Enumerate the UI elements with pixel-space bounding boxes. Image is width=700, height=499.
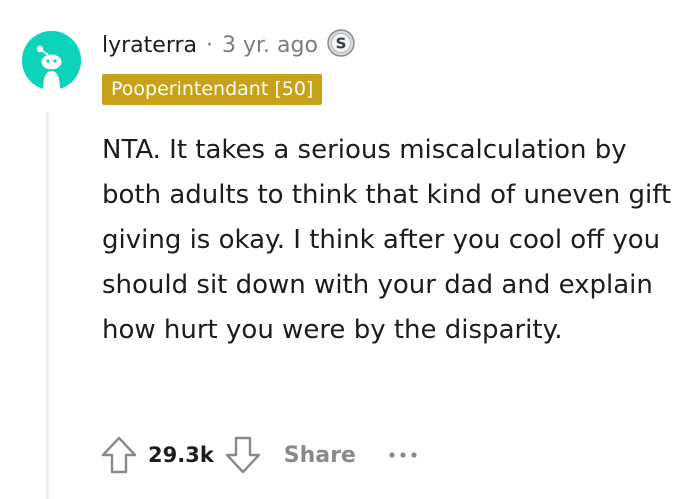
username-link[interactable]: lyraterra	[102, 33, 197, 58]
svg-text:S: S	[336, 35, 347, 53]
thread-line[interactable]	[46, 112, 49, 499]
user-flair: Pooperintendant [50]	[102, 74, 323, 105]
timestamp-link[interactable]: 3 yr. ago	[222, 33, 318, 58]
more-dots-icon	[389, 452, 417, 458]
vote-score: 29.3k	[148, 443, 214, 467]
avatar[interactable]	[22, 31, 81, 90]
comment-actions: 29.3k Share	[100, 432, 418, 478]
downvote-arrow-icon	[225, 436, 260, 474]
upvote-arrow-icon	[101, 436, 137, 474]
more-options-button[interactable]	[388, 450, 418, 460]
upvote-button[interactable]	[100, 435, 138, 475]
silver-award-icon[interactable]: S	[326, 28, 356, 62]
meta-separator: ·	[206, 32, 214, 58]
share-button[interactable]: Share	[284, 443, 356, 468]
downvote-button[interactable]	[224, 435, 262, 475]
comment-header: lyraterra · 3 yr. ago S	[102, 28, 356, 62]
snoo-avatar-icon	[22, 31, 81, 90]
comment-body: NTA. It takes a serious miscalculation b…	[102, 135, 672, 345]
